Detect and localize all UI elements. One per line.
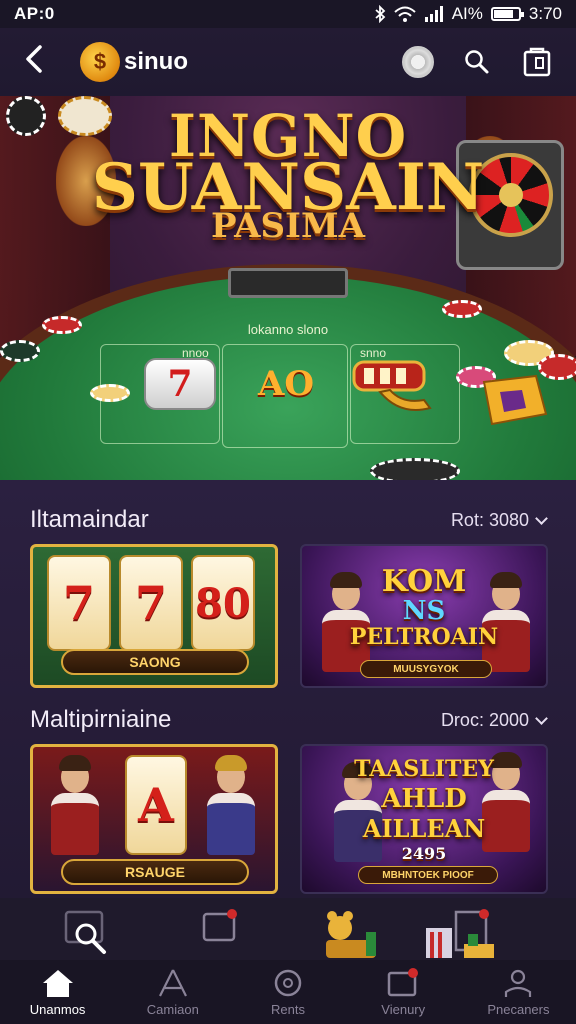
content-area: Iltamaindar Rot: 3080 7 7 80 SAONG KOM N… <box>0 480 576 900</box>
brand-name: sinuo <box>124 48 188 75</box>
tab-label: Unanmos <box>29 1001 86 1017</box>
game-card-banner: RSAUGE <box>61 859 249 885</box>
chip-tray <box>228 268 348 298</box>
center-badge: AO <box>258 364 314 404</box>
section-header: Maltipirniaine Droc: 2000 <box>30 706 548 734</box>
poster-title-line3: PELTROAIN <box>349 624 499 650</box>
profile-icon <box>505 969 532 997</box>
status-time: AP:0 <box>14 4 55 23</box>
poster-title-line3: AILLEAN <box>362 814 486 843</box>
tab-label: Pnecaners <box>487 1001 550 1017</box>
poker-chip-icon <box>42 316 82 334</box>
tab-camiaon[interactable]: Camiaon <box>115 960 230 1024</box>
tab-rents[interactable]: Rents <box>230 960 345 1024</box>
home-icon <box>42 969 73 997</box>
section-filter-label: Rot: 3080 <box>450 509 529 530</box>
section-filter-label: Droc: 2000 <box>440 709 529 730</box>
brand-logo: $ <box>80 42 120 82</box>
character-figure <box>47 755 103 855</box>
slot-reel: 80 <box>191 555 255 651</box>
cards-shortcut-button[interactable] <box>200 908 240 953</box>
tab-pnecaners[interactable]: Pnecaners <box>461 960 576 1024</box>
section-title: Iltamaindar <box>30 506 149 533</box>
bluetooth-icon <box>375 5 386 23</box>
bottom-tab-bar: Unanmos Camiaon Rents Vienury Pnecaners <box>0 960 576 1024</box>
game-card[interactable]: 7 7 80 SAONG <box>30 544 278 688</box>
slot-reel: A <box>125 755 187 855</box>
slot-reel: 7 <box>47 555 111 651</box>
signal-text: AI% <box>451 4 483 23</box>
notification-badge <box>408 967 419 978</box>
search-button[interactable] <box>460 45 494 79</box>
felt-label: lokanno slono <box>247 322 329 337</box>
poster-title-line1: TAASLITEY <box>354 756 494 782</box>
poker-chip-icon <box>0 340 40 362</box>
character-figure <box>203 755 259 855</box>
status-bar: AP:0 AI% 3:70 <box>0 0 576 28</box>
game-card-banner: MUUSYGYOK <box>360 660 492 678</box>
section-title: Maltipirniaine <box>30 706 172 733</box>
slot-machine-icon <box>352 360 432 411</box>
section-header: Iltamaindar Rot: 3080 <box>30 506 548 534</box>
brand[interactable]: $ sinuo <box>80 42 188 82</box>
poster-title-line2: NS <box>402 596 446 626</box>
section-filter[interactable]: Droc: 2000 <box>440 709 548 731</box>
mascot-shortcut-button[interactable] <box>322 908 382 965</box>
tab-label: Camiaon <box>146 1001 199 1017</box>
section-filter[interactable]: Rot: 3080 <box>450 509 548 531</box>
battery-fill <box>493 10 513 18</box>
chevron-down-icon <box>535 711 548 725</box>
triangle-a-icon <box>158 969 187 996</box>
hero-banner[interactable]: INGNO SUANSAIN PASIMA lokanno slono nnoo… <box>0 96 576 480</box>
tab-vienury[interactable]: Vienury <box>346 960 461 1024</box>
poker-chip-icon <box>442 300 482 318</box>
gift-stack-icon <box>426 909 494 958</box>
quick-dock <box>0 898 576 960</box>
magnifier-icon <box>64 910 106 954</box>
golden-bear-icon <box>326 911 376 958</box>
hero-title-line3: PASIMA <box>211 206 365 246</box>
back-button[interactable] <box>22 44 62 80</box>
poker-chip-icon <box>370 458 460 480</box>
game-card[interactable]: TAASLITEY AHLD AILLEAN 2495 MBHNTOEK PIO… <box>300 744 548 894</box>
search-shortcut-button[interactable] <box>64 908 112 961</box>
wallet-button[interactable] <box>520 45 554 79</box>
rewards-shortcut-button[interactable] <box>424 908 496 965</box>
poster-title-line2: AHLD <box>381 784 467 814</box>
poker-chip-icon <box>90 384 130 402</box>
tab-label: Vienury <box>381 1001 426 1017</box>
battery-icon <box>490 7 524 21</box>
tab-label: Rents <box>271 1001 305 1017</box>
card-stack-icon <box>202 909 237 942</box>
wifi-icon <box>394 6 416 22</box>
game-card[interactable]: A RSAUGE <box>30 744 278 894</box>
coin-chip-button[interactable] <box>402 46 434 78</box>
game-card[interactable]: KOM NS PELTROAIN MUUSYGYOK <box>300 544 548 688</box>
slot-reel: 7 <box>119 555 183 651</box>
app-bar: $ sinuo <box>0 28 576 96</box>
game-card-banner: MBHNTOEK PIOOF <box>358 866 498 884</box>
wallet-icon <box>523 47 551 77</box>
game-card-banner: SAONG <box>61 649 249 675</box>
status-clock: 3:70 <box>528 4 562 23</box>
seven-card: 7 <box>144 358 216 410</box>
poster-number: 2495 <box>401 844 447 863</box>
tab-home[interactable]: Unanmos <box>0 960 115 1024</box>
signal-icon <box>424 6 443 22</box>
chevron-left-icon <box>26 45 42 73</box>
circle-gear-icon <box>274 969 302 996</box>
poster-title-line1: KOM <box>381 564 467 599</box>
chevron-down-icon <box>535 511 548 525</box>
search-icon <box>465 50 489 74</box>
gold-ticket-icon <box>482 374 548 426</box>
